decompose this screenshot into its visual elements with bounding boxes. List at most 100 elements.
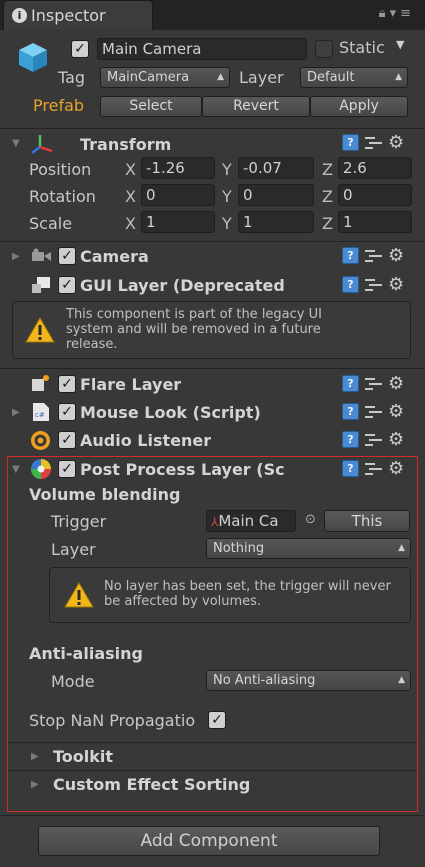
object-picker-icon[interactable]: ⊙ [305,512,316,527]
camera-enabled-checkbox[interactable]: ✓ [58,247,76,265]
toolkit-foldout[interactable]: ▶ [31,751,39,762]
help-icon[interactable]: ? [342,375,359,392]
help-icon[interactable]: ? [342,460,359,477]
axis-z-label[interactable]: Z [322,214,333,233]
this-button[interactable]: This [324,510,410,532]
active-checkbox[interactable]: ✓ [71,40,89,58]
help-icon[interactable]: ? [342,134,359,151]
help-icon[interactable]: ? [342,431,359,448]
audio-listener-enabled-checkbox[interactable]: ✓ [58,431,76,449]
add-component-button[interactable]: Add Component [38,826,380,856]
transform-foldout[interactable]: ▼ [12,138,20,149]
axis-z-label[interactable]: Z [322,160,333,179]
revert-button[interactable]: Revert [202,96,310,117]
help-icon[interactable]: ? [342,276,359,293]
help-icon[interactable]: ? [342,247,359,264]
layer-dropdown[interactable]: Default ▲ [300,67,408,88]
warning-icon [25,317,55,343]
gui-layer-title[interactable]: GUI Layer (Deprecated [80,276,336,295]
gear-icon[interactable]: ⚙ [388,247,404,265]
trigger-value: Main Ca [218,512,279,530]
divider [8,770,417,771]
preset-icon[interactable] [365,247,382,264]
audio-listener-title[interactable]: Audio Listener [80,431,211,450]
gui-layer-warning-box: This component is part of the legacy UI … [12,301,411,359]
help-icon[interactable]: ? [342,403,359,420]
warning-icon [64,582,94,608]
scale-x-field[interactable]: 1 [141,211,215,233]
object-name-field[interactable]: Main Camera [97,38,307,60]
stop-nan-checkbox[interactable]: ✓ [208,711,226,729]
mouse-look-title[interactable]: Mouse Look (Script) [80,403,261,422]
axis-x-label[interactable]: X [125,187,136,206]
gui-layer-icon [32,277,50,293]
custom-sorting-foldout[interactable]: ▶ [31,779,39,790]
menu-icon[interactable]: ▾≡ [390,6,415,21]
mouse-look-enabled-checkbox[interactable]: ✓ [58,403,76,421]
preset-icon[interactable] [365,134,382,151]
flare-layer-header-icons: ? ⚙ [342,375,404,393]
axis-x-label[interactable]: X [125,160,136,179]
axis-z-label[interactable]: Z [322,187,333,206]
pp-layer-warning-box: No layer has been set, the trigger will … [49,567,411,623]
camera-foldout[interactable]: ▶ [12,251,20,262]
stop-nan-label: Stop NaN Propagatio [29,711,196,730]
rotation-x-field[interactable]: 0 [141,184,215,206]
pp-layer-dropdown[interactable]: Nothing ▲ [206,538,411,559]
flare-layer-enabled-checkbox[interactable]: ✓ [58,375,76,393]
toolkit-heading[interactable]: Toolkit [53,747,113,766]
gui-layer-enabled-checkbox[interactable]: ✓ [58,276,76,294]
position-label: Position [29,160,92,179]
rotation-y-field[interactable]: 0 [238,184,314,206]
gear-icon[interactable]: ⚙ [388,431,404,449]
scale-y-field[interactable]: 1 [238,211,314,233]
trigger-field[interactable]: ⅄Main Ca [206,510,296,532]
apply-button[interactable]: Apply [310,96,408,117]
gear-icon[interactable]: ⚙ [388,403,404,421]
post-process-enabled-checkbox[interactable]: ✓ [58,460,76,478]
post-process-title[interactable]: Post Process Layer (Sc [80,460,306,479]
scale-z-field[interactable]: 1 [338,211,412,233]
gear-icon[interactable]: ⚙ [388,375,404,393]
position-y-field[interactable]: -0.07 [238,157,314,179]
camera-title[interactable]: Camera [80,247,149,266]
position-z-field[interactable]: 2.6 [338,157,412,179]
transform-title[interactable]: Transform [80,135,171,154]
custom-sorting-heading[interactable]: Custom Effect Sorting [53,775,250,794]
anti-aliasing-heading: Anti-aliasing [29,644,143,663]
preset-icon[interactable] [365,403,382,420]
preset-icon[interactable] [365,431,382,448]
gear-icon[interactable]: ⚙ [388,134,404,152]
mouse-look-header-icons: ? ⚙ [342,403,404,421]
axis-y-label[interactable]: Y [222,187,232,206]
static-dropdown-arrow[interactable]: ▼ [396,38,404,51]
scale-label: Scale [29,214,73,233]
svg-text:c#: c# [35,411,45,419]
gear-icon[interactable]: ⚙ [388,276,404,294]
static-checkbox[interactable]: ✓ [315,40,333,58]
layer-value: Default [307,70,355,85]
axis-x-label[interactable]: X [125,214,136,233]
preset-icon[interactable] [365,276,382,293]
rotation-z-field[interactable]: 0 [338,184,412,206]
preset-icon[interactable] [365,375,382,392]
tab-inspector[interactable]: i Inspector [3,0,153,30]
select-button[interactable]: Select [100,96,202,117]
axis-y-label[interactable]: Y [222,160,232,179]
position-x-field[interactable]: -1.26 [141,157,215,179]
preset-icon[interactable] [365,460,382,477]
tag-dropdown[interactable]: MainCamera ▲ [100,67,230,88]
flare-icon [32,375,49,391]
post-process-foldout[interactable]: ▼ [12,464,20,475]
layer-label: Layer [239,68,284,87]
mouse-look-foldout[interactable]: ▶ [12,407,20,418]
axis-y-label[interactable]: Y [222,214,232,233]
flare-layer-title[interactable]: Flare Layer [80,375,181,394]
volume-blending-heading: Volume blending [29,485,181,504]
gear-icon[interactable]: ⚙ [388,460,404,478]
pp-layer-warning-text: No layer has been set, the trigger will … [104,579,391,609]
mode-dropdown[interactable]: No Anti-aliasing ▲ [206,670,411,691]
script-icon: c# [33,403,49,421]
lock-icon[interactable]: 🔒︎ [379,6,390,21]
post-process-header-icons: ? ⚙ [342,460,404,478]
